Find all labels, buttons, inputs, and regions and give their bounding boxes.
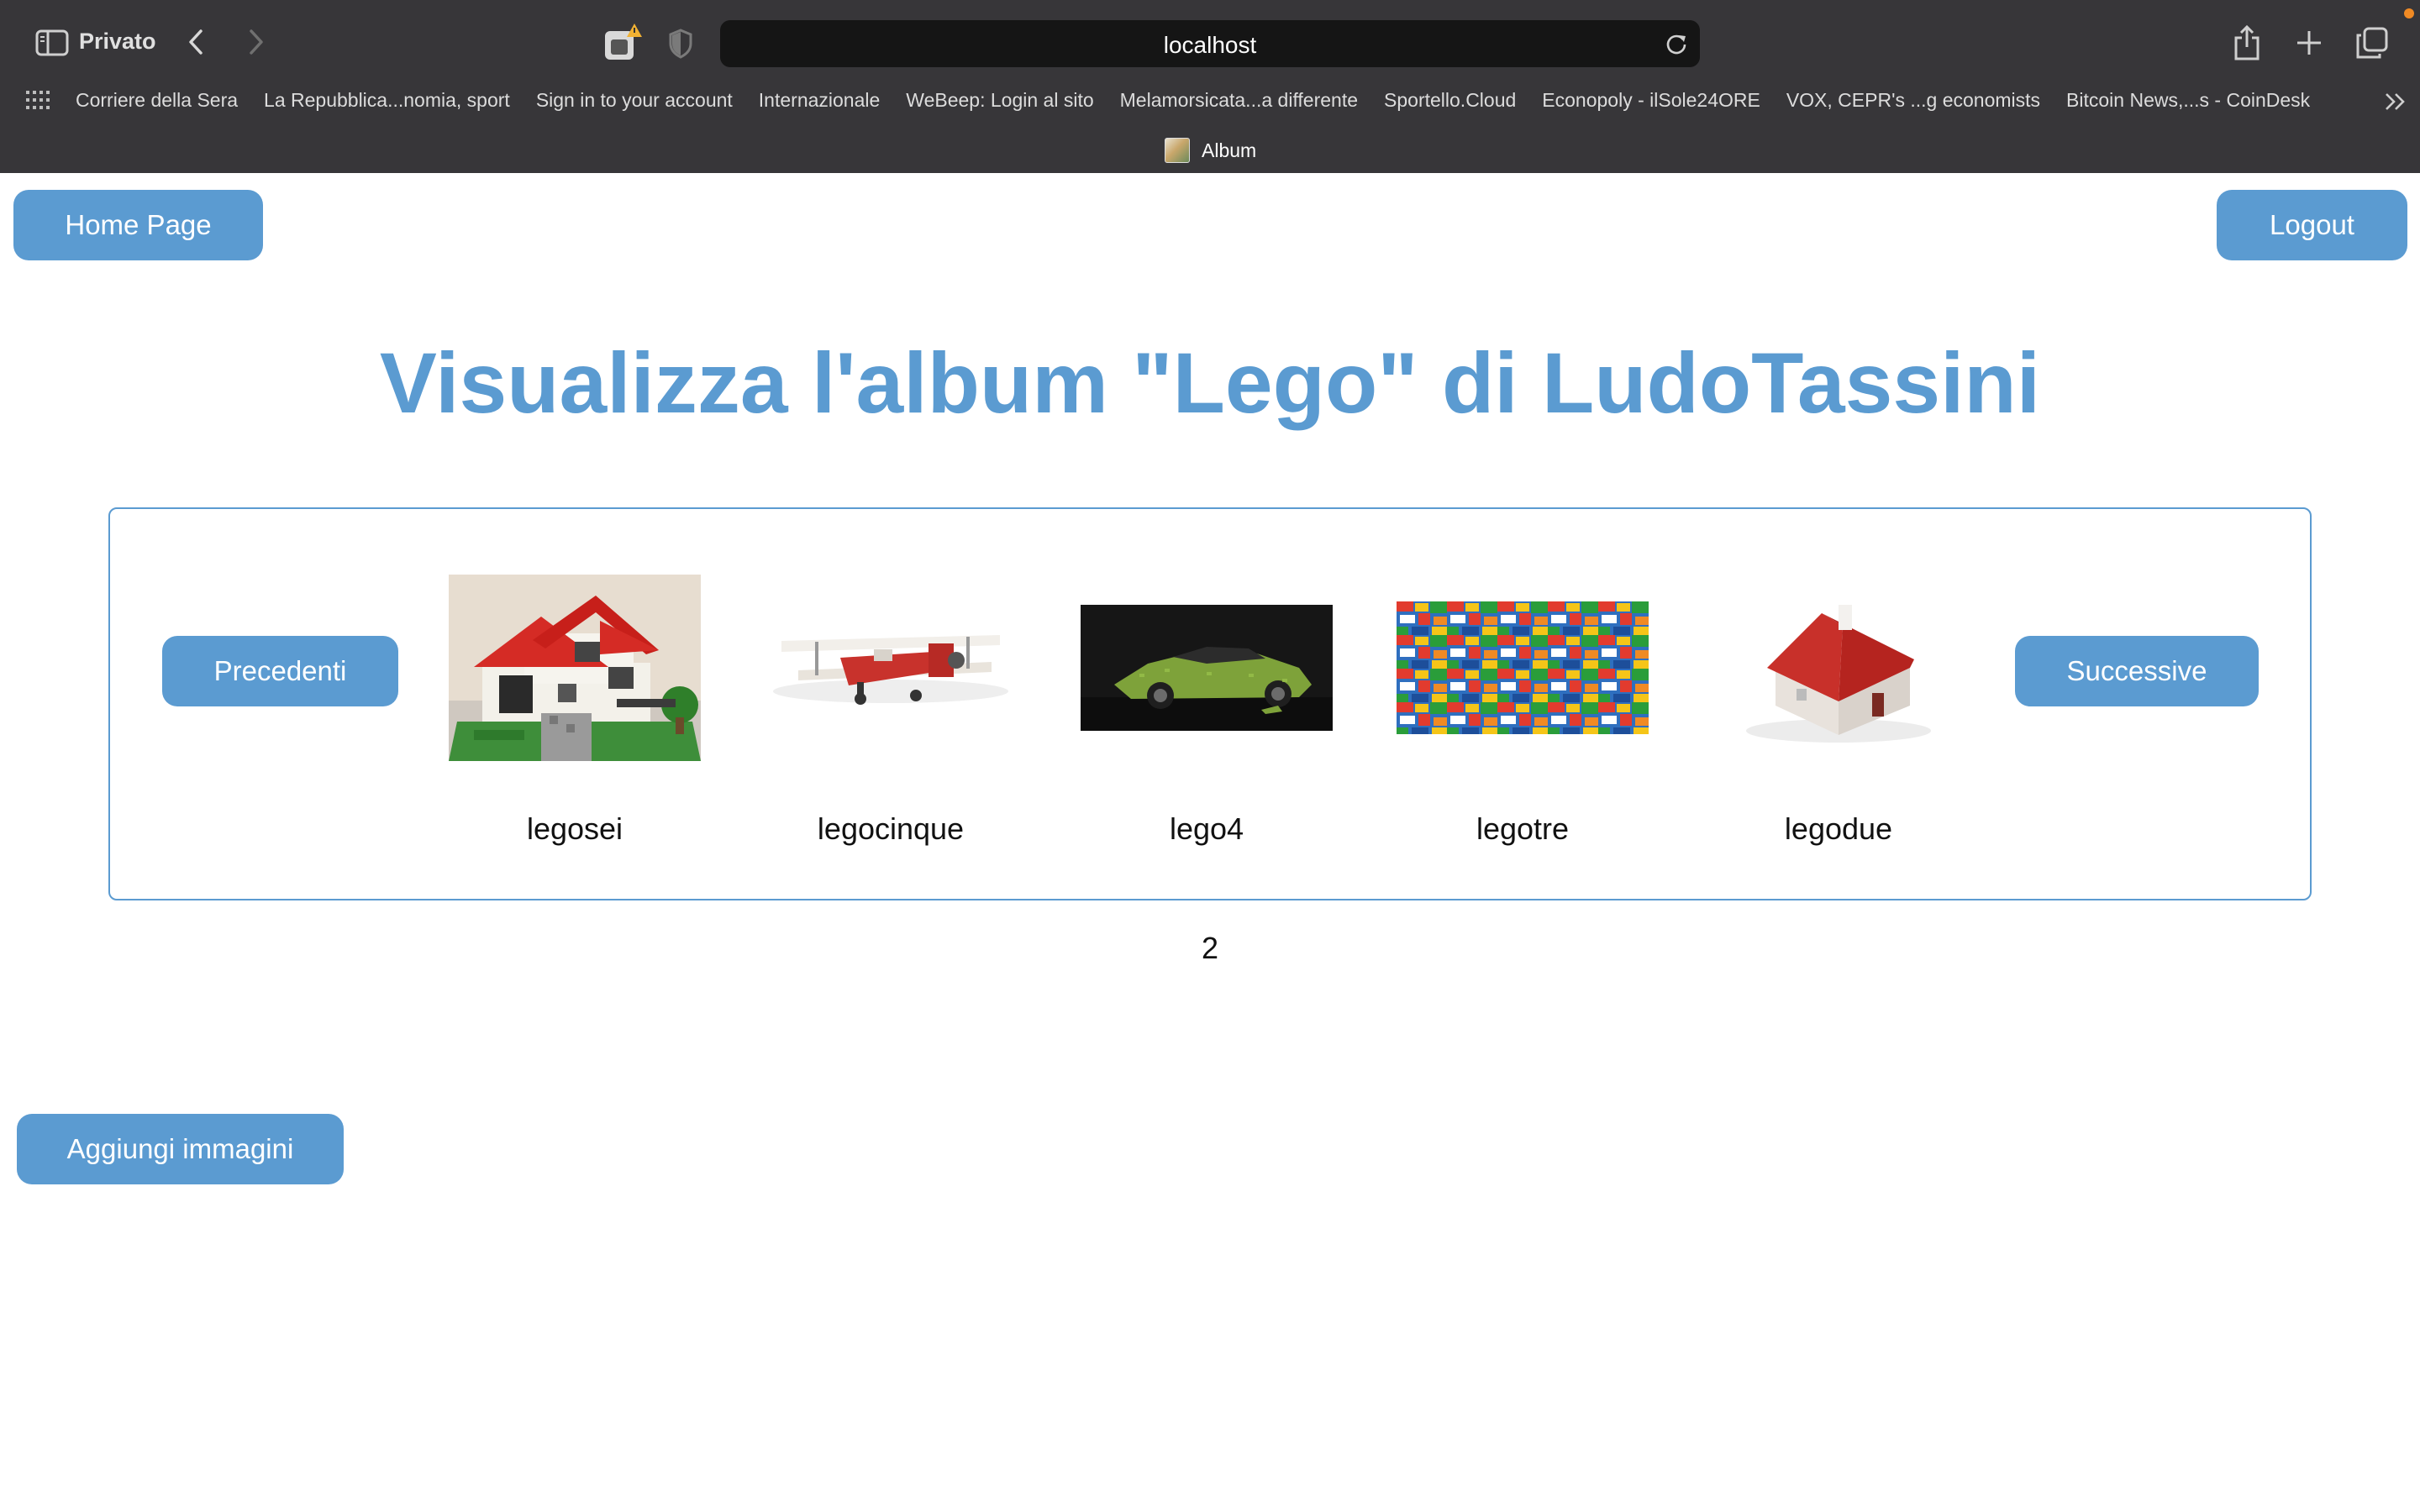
image-title: legodue (1784, 811, 1893, 846)
previous-images-button[interactable]: Precedenti (162, 636, 398, 706)
album-image-item[interactable]: legodue (1712, 575, 1965, 846)
bookmarks-bar: Corriere della Sera La Repubblica...nomi… (76, 89, 2336, 114)
image-title: lego4 (1169, 811, 1244, 846)
lego-biplane-thumbnail[interactable] (765, 612, 1017, 721)
browser-toolbar: Privato localhost Corriere della Sera La… (0, 0, 2420, 173)
address-bar[interactable]: localhost (720, 20, 1700, 67)
bookmark-item[interactable]: WeBeep: Login al sito (906, 89, 1093, 114)
image-title: legosei (526, 811, 623, 846)
page-title: Visualizza l'album "Lego" di LudoTassini (379, 335, 2041, 431)
album-image-item[interactable]: legotre (1397, 575, 1649, 846)
home-page-button[interactable]: Home Page (13, 190, 263, 260)
tab-title-label: Album (1202, 139, 1257, 161)
bookmark-item[interactable]: Melamorsicata...a differente (1120, 89, 1358, 114)
more-bookmarks-icon[interactable] (2383, 89, 2408, 114)
tab-favicon-icon (1165, 138, 1190, 163)
next-images-button[interactable]: Successive (2015, 636, 2259, 706)
bookmark-item[interactable]: Bitcoin News,...s - CoinDesk (2066, 89, 2310, 114)
image-title: legotre (1476, 811, 1570, 846)
lego-small-house-thumbnail[interactable] (1712, 588, 1965, 748)
album-image-item[interactable]: legosei (449, 575, 701, 846)
add-images-button[interactable]: Aggiungi immagini (17, 1114, 344, 1184)
bookmark-item[interactable]: Sportello.Cloud (1384, 89, 1516, 114)
tab-overview-icon[interactable] (2353, 24, 2391, 62)
active-tab[interactable]: Album (1165, 138, 1256, 163)
bookmark-item[interactable]: Sign in to your account (536, 89, 733, 114)
share-icon[interactable] (2230, 24, 2264, 62)
album-image-item[interactable]: lego4 (1081, 575, 1333, 846)
sidebar-icon[interactable] (34, 27, 71, 59)
favorites-grid-icon[interactable] (25, 89, 50, 111)
notification-dot (2404, 8, 2414, 18)
address-text: localhost (1163, 32, 1257, 58)
reload-icon[interactable] (1661, 29, 1691, 59)
shield-icon[interactable] (664, 25, 697, 62)
lego-house-thumbnail[interactable] (449, 575, 701, 761)
bookmark-item[interactable]: La Repubblica...nomia, sport (264, 89, 510, 114)
private-label: Privato (79, 29, 156, 54)
logout-button[interactable]: Logout (2217, 190, 2407, 260)
lego-bricks-thumbnail[interactable] (1397, 601, 1649, 734)
page-number: 2 (1201, 931, 1219, 965)
bookmark-item[interactable]: VOX, CEPR's ...g economists (1786, 89, 2040, 114)
album-image-item[interactable]: legocinque (765, 575, 1017, 846)
extension-icon[interactable] (602, 22, 644, 64)
lego-sports-car-thumbnail[interactable] (1081, 605, 1333, 731)
forward-icon[interactable] (244, 25, 269, 59)
bookmark-item[interactable]: Econopoly - ilSole24ORE (1542, 89, 1760, 114)
bookmark-item[interactable]: Corriere della Sera (76, 89, 238, 114)
bookmark-item[interactable]: Internazionale (759, 89, 881, 114)
image-title: legocinque (817, 811, 965, 846)
back-icon[interactable] (183, 25, 208, 59)
new-tab-icon[interactable] (2292, 25, 2326, 60)
